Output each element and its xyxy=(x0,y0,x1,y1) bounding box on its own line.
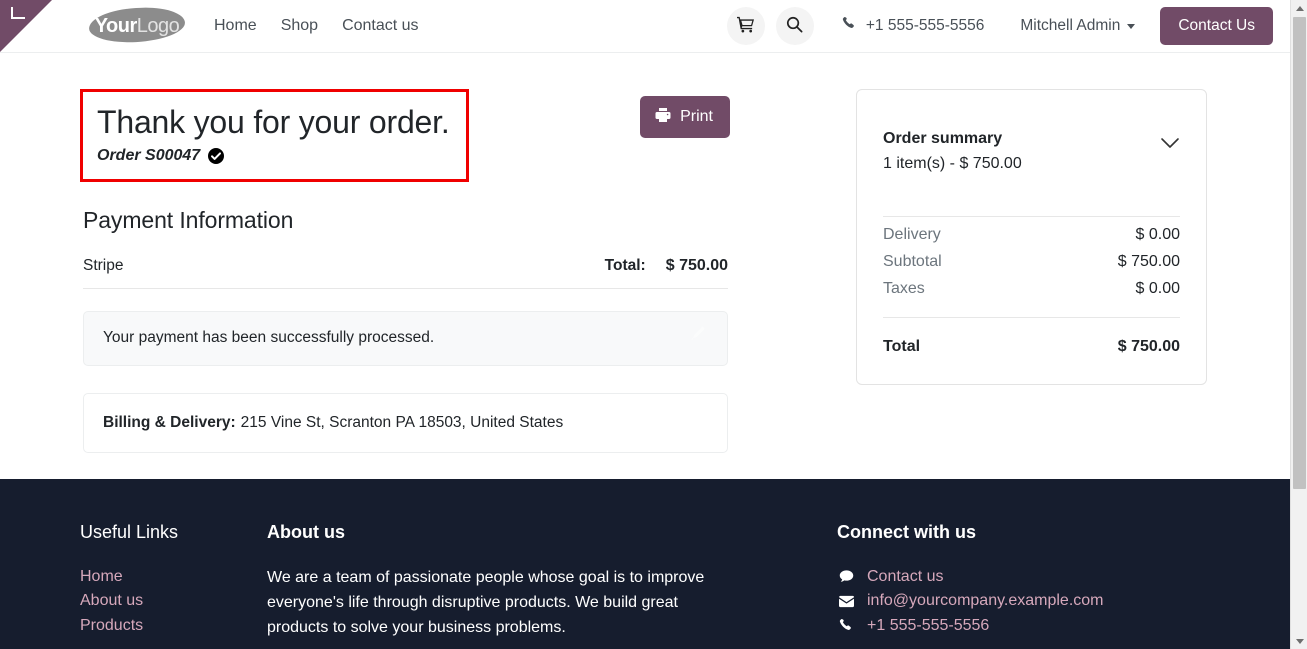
site-header: YourLogo Home Shop Contact us +1 555-555… xyxy=(0,0,1290,53)
check-circle-icon xyxy=(208,147,225,164)
payment-total-value: $ 750.00 xyxy=(665,256,728,274)
footer-email-link[interactable]: info@yourcompany.example.com xyxy=(867,589,1104,614)
footer-about-us-title: About us xyxy=(267,522,345,542)
order-summary-card: Order summary 1 item(s) - $ 750.00 Deliv… xyxy=(856,89,1207,385)
search-icon xyxy=(786,16,803,36)
summary-row-total: Total $ 750.00 xyxy=(883,316,1180,356)
comment-icon xyxy=(837,569,855,584)
payment-provider-name: Stripe xyxy=(83,256,124,274)
print-button-label: Print xyxy=(680,108,713,125)
editor-corner-icon xyxy=(11,7,25,19)
search-button[interactable] xyxy=(775,7,814,45)
footer-link-products[interactable]: Products xyxy=(80,614,267,639)
chevron-down-icon xyxy=(1160,136,1180,154)
footer-phone-link[interactable]: +1 555-555-5556 xyxy=(867,614,989,639)
order-summary-title: Order summary xyxy=(883,130,1003,147)
payment-information-title: Payment Information xyxy=(83,206,294,233)
footer-connect-with-us: Connect with us Contact us info@yourcomp… xyxy=(837,522,1237,640)
phone-icon xyxy=(837,618,855,633)
footer-inner: Useful Links Home About us Products Abou… xyxy=(80,479,1210,640)
footer-link-home[interactable]: Home xyxy=(80,565,267,590)
summary-total-value: $ 750.00 xyxy=(1117,337,1180,355)
footer-connect-title: Connect with us xyxy=(837,522,976,542)
site-footer: Useful Links Home About us Products Abou… xyxy=(0,479,1290,649)
summary-row-label: Delivery xyxy=(883,225,941,243)
billing-delivery-label-wrap: Billing & Delivery: 215 Vine St, Scranton… xyxy=(103,414,563,432)
footer-useful-links-title: Useful Links xyxy=(80,522,179,542)
summary-row-label: Subtotal xyxy=(883,252,942,270)
chevron-down-icon xyxy=(1127,23,1136,29)
summary-total-label: Total xyxy=(883,337,921,355)
billing-delivery-box: Billing & Delivery: 215 Vine St, Scranton… xyxy=(83,392,728,453)
billing-delivery-address: 215 Vine St, Scranton PA 18503, United S… xyxy=(240,413,564,431)
main-navigation: Home Shop Contact us xyxy=(214,18,419,34)
printer-icon xyxy=(655,107,671,127)
browser-viewport: YourLogo Home Shop Contact us +1 555-555… xyxy=(0,0,1307,649)
summary-row-label: Taxes xyxy=(883,279,925,297)
user-menu-label: Mitchell Admin xyxy=(1020,17,1121,34)
order-reference-label: Order S00047 xyxy=(97,146,201,164)
thank-you-row: Thank you for your order. Order S00047 P… xyxy=(80,89,731,182)
envelope-icon xyxy=(837,594,855,609)
footer-contact-us-link[interactable]: Contact us xyxy=(867,565,943,590)
left-column: Thank you for your order. Order S00047 P… xyxy=(80,89,731,453)
scrollbar-thumb[interactable] xyxy=(1293,17,1306,489)
vertical-scrollbar[interactable] xyxy=(1290,0,1307,649)
summary-row-subtotal: Subtotal $ 750.00 xyxy=(883,244,1180,271)
logo-text-light: Logo xyxy=(136,15,180,37)
footer-about-us: About us We are a team of passionate peo… xyxy=(267,522,715,640)
summary-row-value: $ 750.00 xyxy=(1117,252,1180,270)
footer-link-about-us[interactable]: About us xyxy=(80,589,267,614)
editor-corner-ribbon xyxy=(0,0,52,52)
footer-useful-links: Useful Links Home About us Products xyxy=(80,522,267,640)
main-content: Thank you for your order. Order S00047 P… xyxy=(0,53,1290,479)
summary-row-value: $ 0.00 xyxy=(1135,279,1180,297)
phone-icon xyxy=(842,16,857,36)
user-menu[interactable]: Mitchell Admin xyxy=(1020,17,1136,35)
payment-provider-row: Stripe Total: $ 750.00 xyxy=(83,257,728,289)
nav-item-contact-us[interactable]: Contact us xyxy=(342,18,418,34)
nav-item-shop[interactable]: Shop xyxy=(281,18,318,34)
footer-email-row: info@yourcompany.example.com xyxy=(837,589,1237,614)
print-button[interactable]: Print xyxy=(640,96,730,138)
triangle-down-icon xyxy=(1295,638,1304,644)
payment-success-alert: Your payment has been successfully proce… xyxy=(83,310,728,366)
scrollbar-down-arrow[interactable] xyxy=(1291,633,1307,649)
payment-success-message: Your payment has been successfully proce… xyxy=(103,328,435,346)
cart-button[interactable] xyxy=(726,7,765,45)
header-phone-number: +1 555-555-5556 xyxy=(865,17,985,34)
header-right-group: +1 555-555-5556 Mitchell Admin Contact U… xyxy=(726,7,1273,45)
header-phone[interactable]: +1 555-555-5556 xyxy=(842,16,985,36)
logo-text-bold: Your xyxy=(94,15,138,37)
page-title: Thank you for your order. xyxy=(97,104,450,140)
footer-contact-us-row: Contact us xyxy=(837,565,1237,590)
footer-about-us-text: We are a team of passionate people whose… xyxy=(267,568,705,636)
right-column: Order summary 1 item(s) - $ 750.00 Deliv… xyxy=(856,89,1207,385)
shopping-cart-icon xyxy=(737,16,755,36)
pencil-icon[interactable] xyxy=(690,326,705,346)
summary-row-taxes: Taxes $ 0.00 xyxy=(883,271,1180,298)
site-logo[interactable]: YourLogo xyxy=(88,5,186,46)
thank-you-annotation-box: Thank you for your order. Order S00047 xyxy=(80,89,469,182)
page-root: YourLogo Home Shop Contact us +1 555-555… xyxy=(0,0,1290,649)
nav-item-home[interactable]: Home xyxy=(214,18,257,34)
footer-phone-row: +1 555-555-5556 xyxy=(837,614,1237,639)
order-summary-toggle[interactable]: Order summary 1 item(s) - $ 750.00 xyxy=(883,128,1180,176)
summary-row-delivery: Delivery $ 0.00 xyxy=(883,217,1180,244)
contact-us-button[interactable]: Contact Us xyxy=(1160,7,1273,45)
summary-row-value: $ 0.00 xyxy=(1135,225,1180,243)
payment-total-label: Total: xyxy=(604,256,646,274)
content-container: Thank you for your order. Order S00047 P… xyxy=(80,53,1210,453)
order-summary-heading: Order summary 1 item(s) - $ 750.00 xyxy=(883,128,1022,176)
triangle-up-icon xyxy=(1295,5,1304,11)
billing-delivery-label: Billing & Delivery: xyxy=(103,413,236,431)
order-summary-subtitle: 1 item(s) - $ 750.00 xyxy=(883,154,1022,172)
scrollbar-up-arrow[interactable] xyxy=(1291,0,1307,16)
logo-text: YourLogo xyxy=(95,16,180,36)
order-reference: Order S00047 xyxy=(97,147,452,165)
